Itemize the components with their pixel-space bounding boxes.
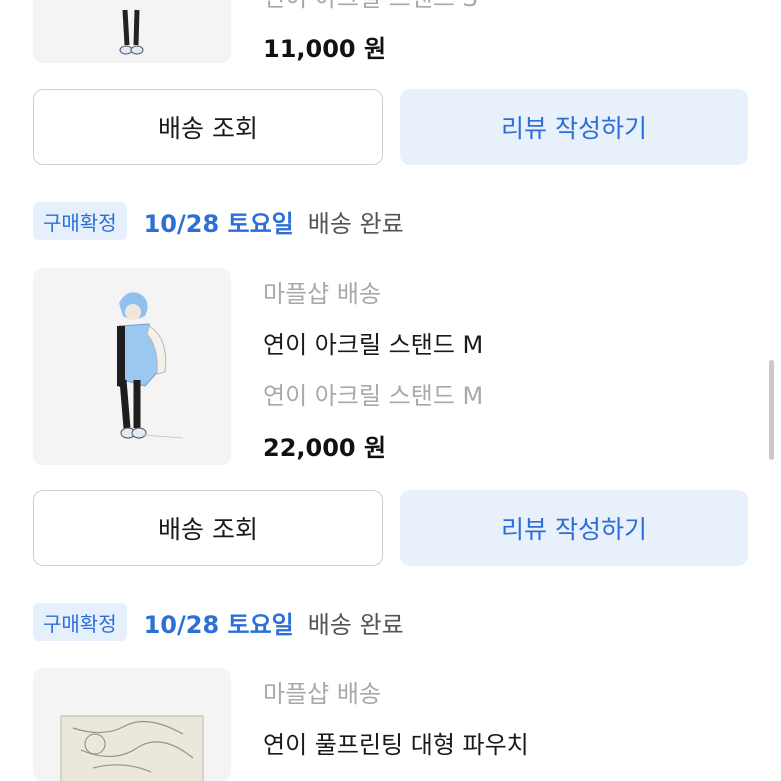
- product-option: 연이 아크릴 스탠드 M: [263, 382, 484, 410]
- delivery-date: 10/28 토요일: [143, 209, 294, 238]
- product-thumbnail[interactable]: [33, 0, 231, 63]
- purchase-confirmed-badge: 구매확정: [33, 603, 127, 641]
- acrylic-stand-illustration: [117, 292, 184, 439]
- product-option-partial: 연이 아크릴 스탠드 S: [263, 0, 478, 13]
- scrollbar[interactable]: [769, 360, 774, 460]
- figure-illustration: [119, 9, 144, 55]
- purchase-confirmed-badge: 구매확정: [33, 202, 127, 240]
- shipping-method: 마플샵 배송: [263, 680, 382, 708]
- delivery-date: 10/28 토요일: [143, 610, 294, 639]
- track-delivery-button[interactable]: 배송 조회: [33, 490, 383, 566]
- order-status-row: 구매확정 10/28 토요일 배송 완료: [33, 600, 404, 644]
- product-name[interactable]: 연이 아크릴 스탠드 M: [263, 325, 483, 360]
- write-review-button[interactable]: 리뷰 작성하기: [400, 490, 748, 566]
- order-status-row: 구매확정 10/28 토요일 배송 완료: [33, 199, 404, 243]
- write-review-button[interactable]: 리뷰 작성하기: [400, 89, 748, 165]
- track-delivery-button[interactable]: 배송 조회: [33, 89, 383, 165]
- product-price: 11,000 원: [263, 35, 387, 63]
- delivery-status: 배송 완료: [307, 209, 404, 238]
- pouch-illustration: [60, 715, 204, 781]
- product-thumbnail[interactable]: [33, 268, 231, 465]
- product-thumbnail[interactable]: [33, 668, 231, 781]
- product-name[interactable]: 연이 풀프린팅 대형 파우치: [263, 725, 529, 760]
- delivery-status: 배송 완료: [307, 610, 404, 639]
- product-price: 22,000 원: [263, 434, 387, 462]
- shipping-method: 마플샵 배송: [263, 280, 382, 308]
